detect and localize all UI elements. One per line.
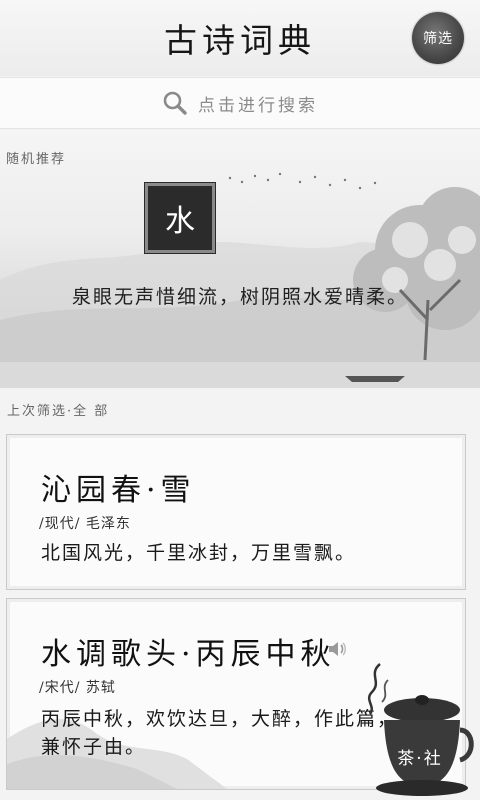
search-icon bbox=[163, 91, 187, 115]
landscape-illustration bbox=[0, 172, 480, 388]
random-recommend-banner[interactable]: 随机推荐 水 泉眼无声惜细流，树阴照水爱晴柔。 bbox=[0, 130, 480, 388]
poem-title: 沁园春·雪 bbox=[41, 473, 196, 508]
recommend-verse: 泉眼无声惜细流，树阴照水爱晴柔。 bbox=[71, 286, 408, 308]
poem-excerpt: 北国风光，千里冰封，万里雪飘。 bbox=[41, 542, 357, 564]
poem-author: /现代/ 毛泽东 bbox=[39, 516, 131, 532]
poem-card[interactable]: 沁园春·雪 /现代/ 毛泽东 北国风光，千里冰封，万里雪飘。 bbox=[6, 434, 466, 590]
tea-club-label[interactable]: 茶·社 bbox=[392, 744, 448, 769]
poem-author: /宋代/ 苏轼 bbox=[39, 680, 116, 696]
recommend-character-seal: 水 bbox=[144, 182, 216, 254]
app-title: 古诗词典 bbox=[164, 21, 316, 60]
poem-title: 水调歌头·丙辰中秋 bbox=[41, 637, 336, 672]
speaker-icon[interactable] bbox=[327, 639, 347, 659]
search-placeholder: 点击进行搜索 bbox=[198, 95, 318, 116]
filter-button[interactable]: 筛选 bbox=[412, 12, 464, 64]
poem-excerpt: 丙辰中秋，欢饮达旦，大醉，作此篇，兼怀子由。 bbox=[41, 708, 399, 758]
last-filter-status: 上次筛选·全 部 bbox=[7, 404, 110, 419]
section-label-random: 随机推荐 bbox=[6, 152, 67, 167]
search-bar[interactable]: 点击进行搜索 bbox=[0, 77, 480, 129]
app-header: 古诗词典 筛选 bbox=[0, 0, 480, 76]
teapot-icon[interactable] bbox=[360, 660, 480, 800]
